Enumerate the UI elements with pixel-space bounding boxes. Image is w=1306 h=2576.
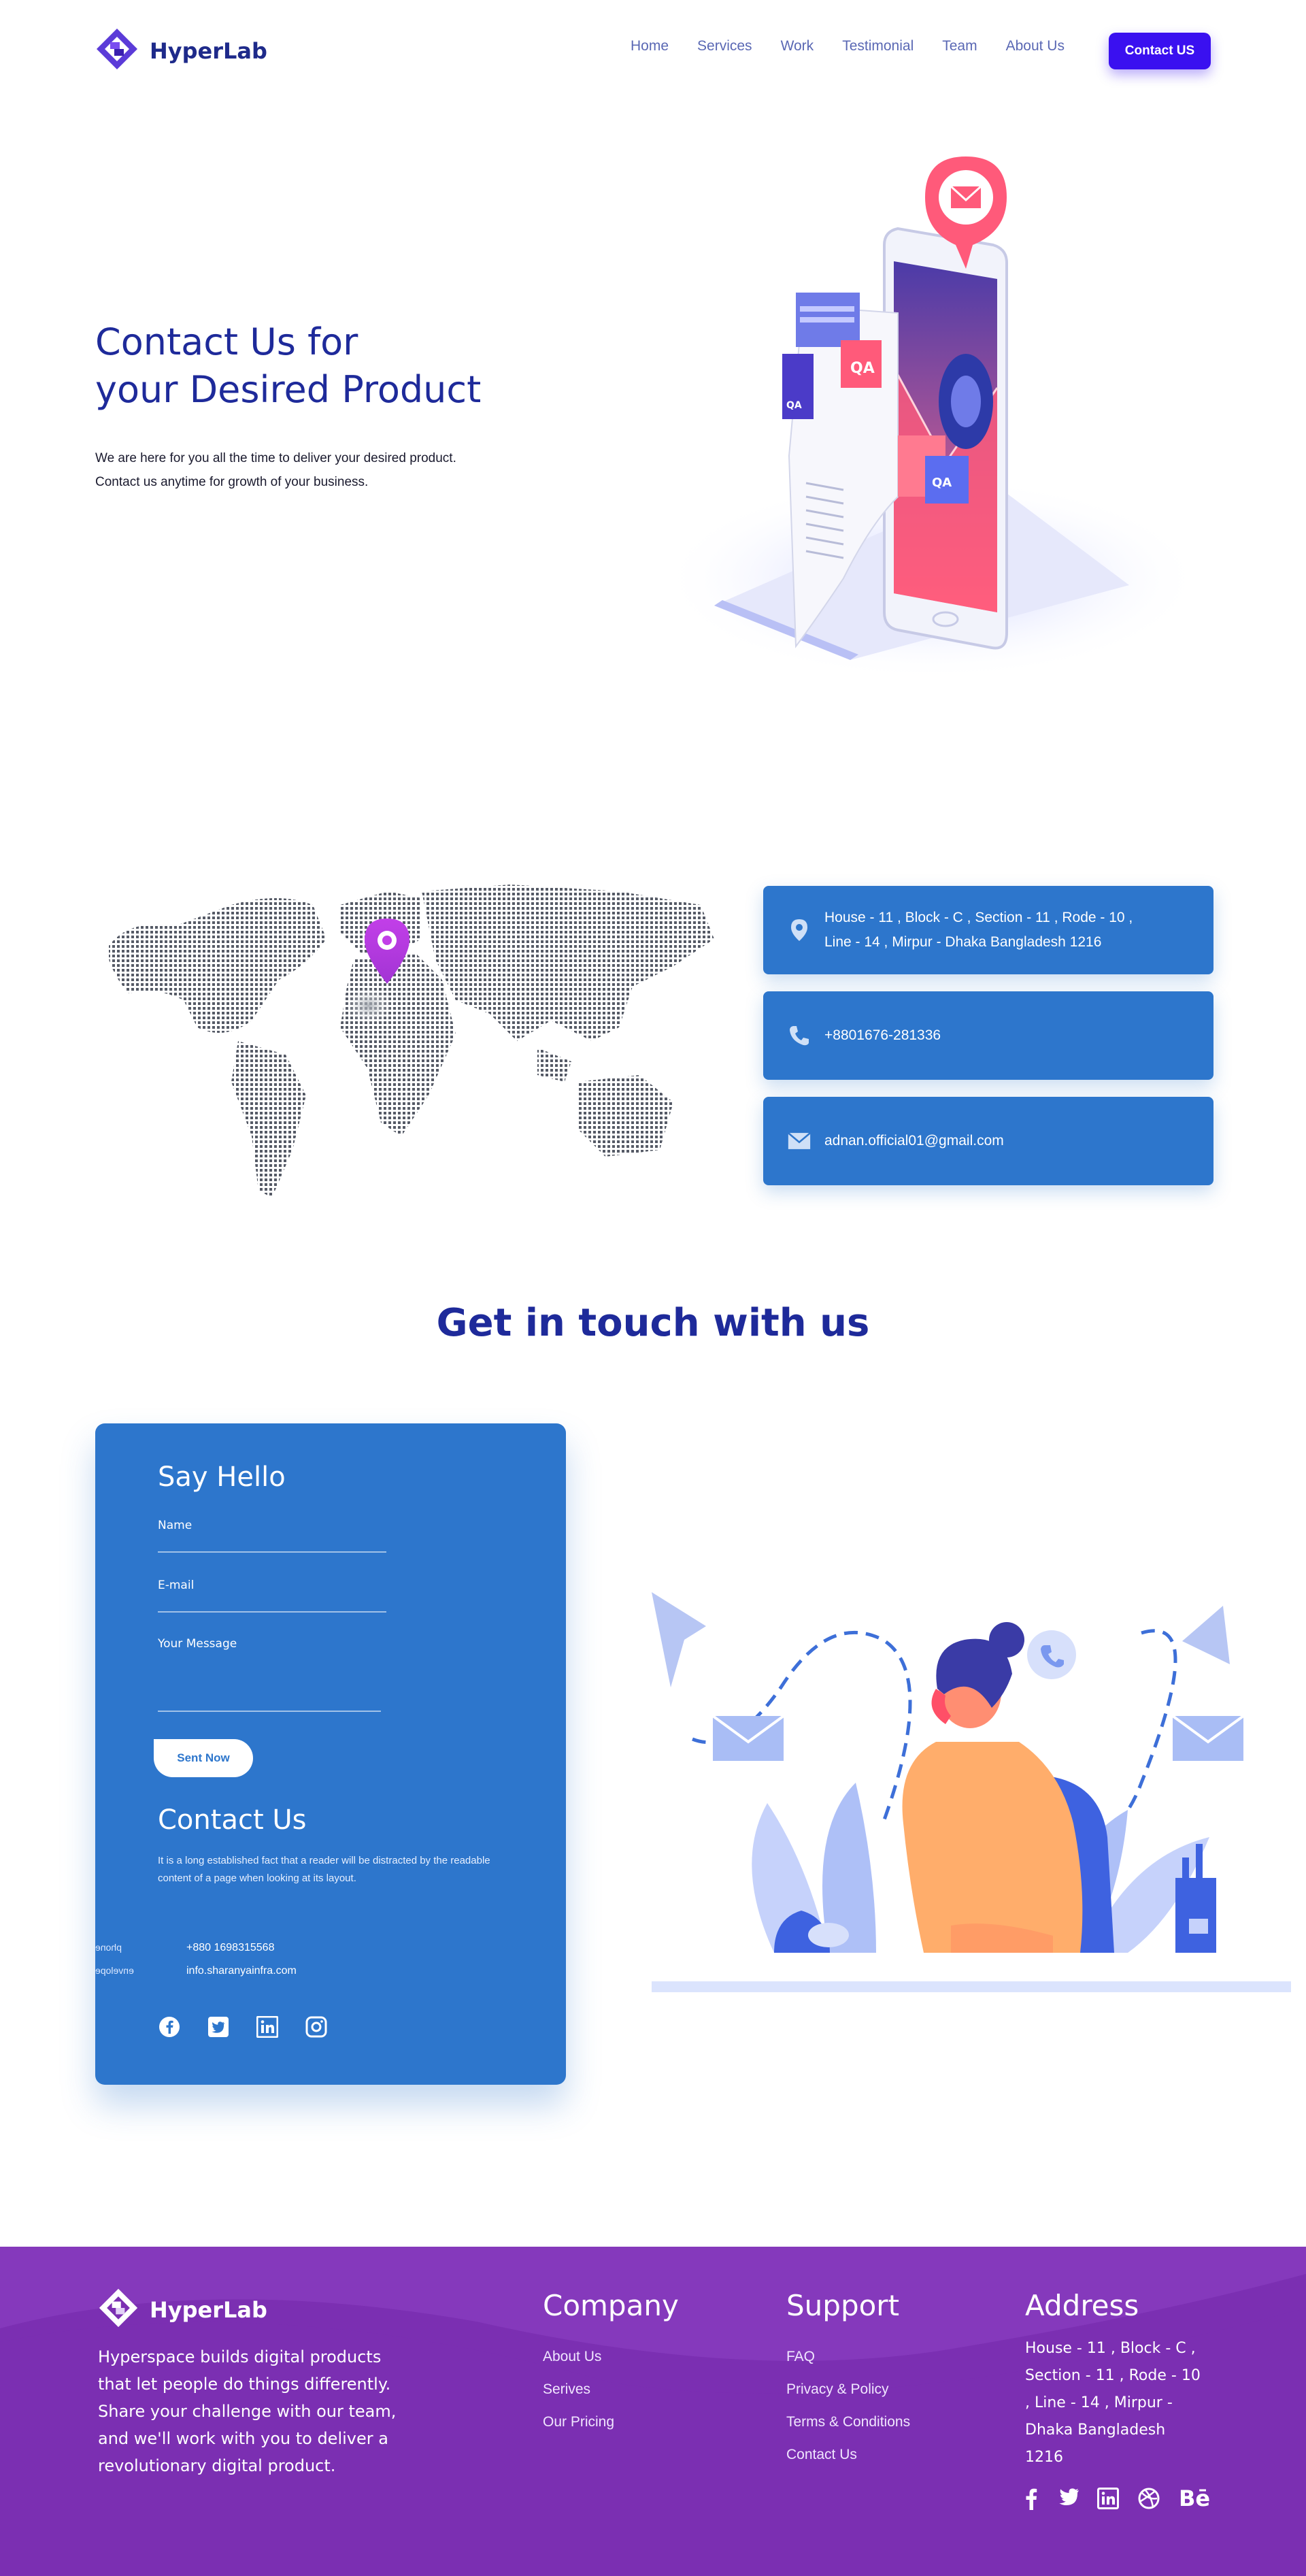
instagram-icon[interactable] [305,2015,328,2038]
footer-link-services[interactable]: Serives [543,2381,590,2398]
message-label: Your Message [158,1637,237,1651]
phone-icon [788,1024,811,1047]
company-heading: Company [543,2289,679,2322]
contact-us-text: It is a long established fact that a rea… [158,1855,490,1884]
footer-description: Hyperspace builds digital products that … [98,2347,397,2475]
address-card: House - 11 , Block - C , Section - 11 , … [763,886,1213,974]
hero-title: Contact Us for your Desired Product [95,318,531,414]
hero-description: We are here for you all the time to deli… [95,451,456,489]
phone-card: +8801676-281336 [763,991,1213,1080]
support-heading: Support [786,2289,900,2322]
behance-icon-text: Bē [1178,2486,1211,2511]
facebook-icon[interactable] [158,2015,181,2038]
map-pin-icon [363,917,411,989]
footer-link-terms[interactable]: Terms & Conditions [786,2414,910,2430]
email-key: envelope [95,1965,134,1976]
mail-icon [788,1129,811,1153]
nav-home[interactable]: Home [631,38,669,54]
message-field[interactable] [158,1711,381,1712]
phone-key: phone [95,1942,122,1953]
contact-form-card: Say Hello Name E-mail Your Message Sent … [95,1423,566,2085]
footer-linkedin-icon[interactable] [1096,2485,1120,2512]
footer-link-about-us[interactable]: About Us [543,2349,601,2365]
footer: HyperLab Hyperspace builds digital produ… [0,2247,1306,2576]
address-heading: Address [1025,2289,1139,2322]
footer-link-contact[interactable]: Contact Us [786,2447,857,2463]
hero-title-line2: your Desired Product [95,368,482,411]
email-address[interactable]: adnan.official01@gmail.com [824,1129,1004,1153]
nav-testimonial[interactable]: Testimonial [842,38,914,54]
footer-behance-icon[interactable]: Bē [1177,2485,1212,2512]
footer-link-pricing[interactable]: Our Pricing [543,2414,614,2430]
get-in-touch-title: Get in touch with us [436,1301,870,1345]
contact-us-button[interactable]: Contact US [1109,33,1211,69]
footer-link-faq[interactable]: FAQ [786,2349,815,2365]
footer-dribbble-icon[interactable] [1137,2485,1160,2512]
footer-logo[interactable]: HyperLab [98,2288,267,2332]
email-label: E-mail [158,1579,195,1592]
form-phone-value[interactable]: +880 1698315568 [186,1942,274,1954]
address-text: House - 11 , Block - C , Section - 11 , … [824,906,1133,955]
address-line2: Line - 14 , Mirpur - Dhaka Bangladesh 12… [824,934,1102,950]
contact-us-title: Contact Us [158,1804,307,1836]
pin-icon [788,919,811,942]
footer-address: House - 11 , Block - C , Section - 11 , … [1025,2340,1201,2466]
hero-title-line1: Contact Us for [95,320,358,363]
nav-work[interactable]: Work [781,38,814,54]
support-illustration [652,1538,1291,2000]
hero-phone-illustration: QA QA QA [612,143,1211,701]
logo-icon [95,27,139,74]
email-card: adnan.official01@gmail.com [763,1097,1213,1185]
header-logo[interactable]: HyperLab [95,27,267,74]
email-field[interactable] [158,1611,386,1613]
twitter-icon[interactable] [207,2015,230,2038]
nav-about-us[interactable]: About Us [1006,38,1065,54]
name-label: Name [158,1519,192,1532]
footer-link-privacy[interactable]: Privacy & Policy [786,2381,889,2398]
sent-now-button[interactable]: Sent Now [154,1739,253,1777]
name-field[interactable] [158,1551,386,1553]
say-hello-title: Say Hello [158,1462,286,1493]
nav-services[interactable]: Services [697,38,752,54]
form-email-value[interactable]: info.sharanyainfra.com [186,1965,297,1977]
address-line1: House - 11 , Block - C , Section - 11 , … [824,910,1133,925]
brand-name: HyperLab [150,37,267,64]
svg-text:QA: QA [850,360,875,377]
svg-text:QA: QA [932,476,952,490]
footer-twitter-icon[interactable] [1053,2485,1080,2512]
linkedin-icon[interactable] [256,2015,279,2038]
world-map [102,878,728,1218]
footer-logo-icon [98,2288,139,2332]
phone-number[interactable]: +8801676-281336 [824,1023,941,1048]
footer-brand-name: HyperLab [150,2296,267,2323]
nav-team[interactable]: Team [942,38,977,54]
main-nav: Home Services Work Testimonial Team Abou… [631,38,1065,54]
svg-text:QA: QA [786,400,802,411]
footer-facebook-icon[interactable] [1023,2485,1039,2512]
